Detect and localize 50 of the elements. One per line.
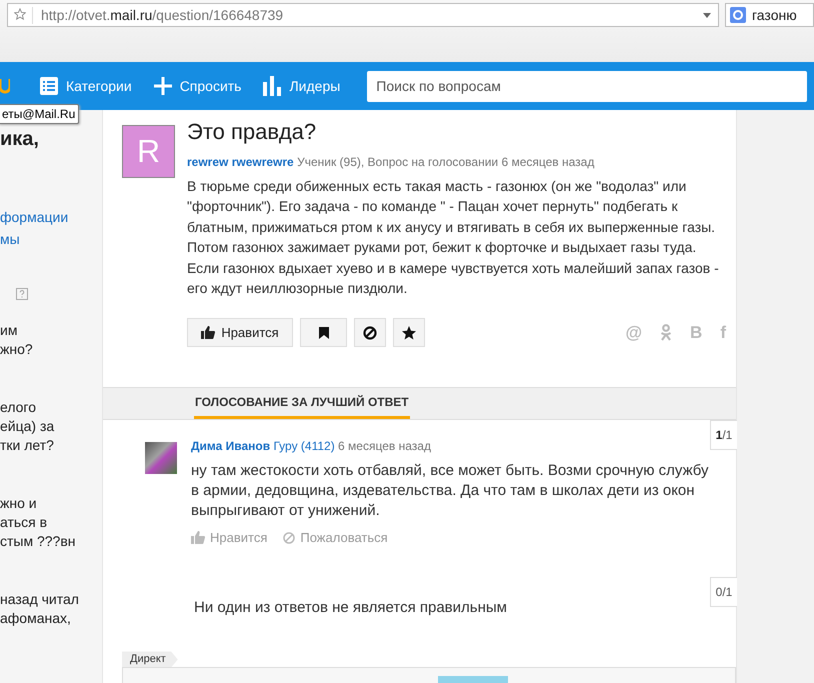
link[interactable]: мы [0, 231, 102, 252]
bookmark-star-icon[interactable] [14, 8, 26, 20]
question-snippet[interactable]: жно и аться в стым ???вн [0, 494, 102, 551]
author-link[interactable]: Дима Иванов [191, 439, 270, 454]
author-rank: Гуру (4112) [273, 439, 335, 454]
person-icon[interactable] [660, 324, 672, 342]
like-link[interactable]: Нравится [191, 530, 268, 546]
block-button[interactable] [354, 318, 386, 348]
question-meta: Ученик (95), Вопрос на голосовании 6 месяцев назад [297, 155, 594, 169]
ad-label: Директ [122, 651, 178, 668]
dropdown-caret-icon[interactable] [703, 12, 711, 18]
url-text: http://otvet.mail.ru/question/166648739 [40, 7, 284, 23]
help-icon[interactable] [16, 288, 28, 300]
plus-icon [154, 77, 172, 95]
tooltip: еты@Mail.Ru [0, 104, 80, 124]
block-icon [363, 326, 377, 340]
nav-link[interactable]: Лидеры [263, 76, 340, 96]
question-snippet[interactable]: елого ейца) за тки лет? [0, 398, 102, 455]
report-link[interactable]: Пожаловаться [283, 530, 388, 546]
link[interactable]: формации [0, 209, 102, 230]
answer-option-text: Ни один из ответов не является правильным [194, 599, 507, 616]
question-title: Это правда? [187, 119, 318, 145]
list-icon [40, 77, 58, 95]
search-engine-icon[interactable] [730, 7, 746, 23]
star-icon [402, 326, 416, 340]
thumbs-up-icon [201, 326, 216, 340]
vote-counter[interactable]: 0/1 [710, 577, 737, 608]
nav-link[interactable]: Спросить [154, 77, 242, 95]
block-icon [283, 532, 296, 544]
author-link[interactable]: rewrew rwewrewre [187, 155, 294, 169]
nav-link[interactable]: Категории [40, 77, 132, 95]
favorite-button[interactable] [393, 318, 425, 348]
vote-counter[interactable]: 1/1 [710, 420, 737, 450]
bookmark-icon [318, 326, 328, 339]
address-bar[interactable]: http://otvet.mail.ru/question/166648739 [7, 3, 719, 27]
question-snippet[interactable]: назад читал афоманах, [0, 590, 102, 628]
like-button[interactable]: Нравится [187, 318, 293, 348]
avatar-picture [145, 442, 177, 474]
logo-icon[interactable] [0, 77, 10, 95]
answer-time: 6 месяцев назад [338, 439, 431, 454]
answer-text: ну там жестокости хоть отбавляй, все может быть. Возми срочную службу в армии, дедовщина, издевательства. Да что там в школах дети из окон выпрыгивают от унижений. [191, 461, 710, 522]
heading-text: ика, [0, 127, 40, 152]
avatar: R [122, 125, 175, 178]
browser-search-field[interactable]: газоню [725, 3, 814, 27]
question-text: В тюрьме среди обиженных есть такая масть - газонюх (он же "водолаз" или "форточник"). Его задача - по команде " - Пацан хочет пернуть" подбегать к блатным, прижиматься ртом к их анусу и втягивать в себя их выперженные газы. Потом газонюх зажимает руками рот, бежит к форточке и выдыхает газы туда. Если газонюх вдыхает хуево и в камере чувствуется хоть малейший запах газов - его ждут неиллюзорные пиздюли. [187, 177, 720, 298]
search-field[interactable]: Поиск по вопросам [367, 70, 808, 102]
question-snippet[interactable]: им жно? [0, 321, 102, 359]
bookmark-button[interactable] [300, 318, 347, 348]
thumbs-up-icon [191, 531, 205, 544]
bar-chart-icon [263, 76, 282, 96]
